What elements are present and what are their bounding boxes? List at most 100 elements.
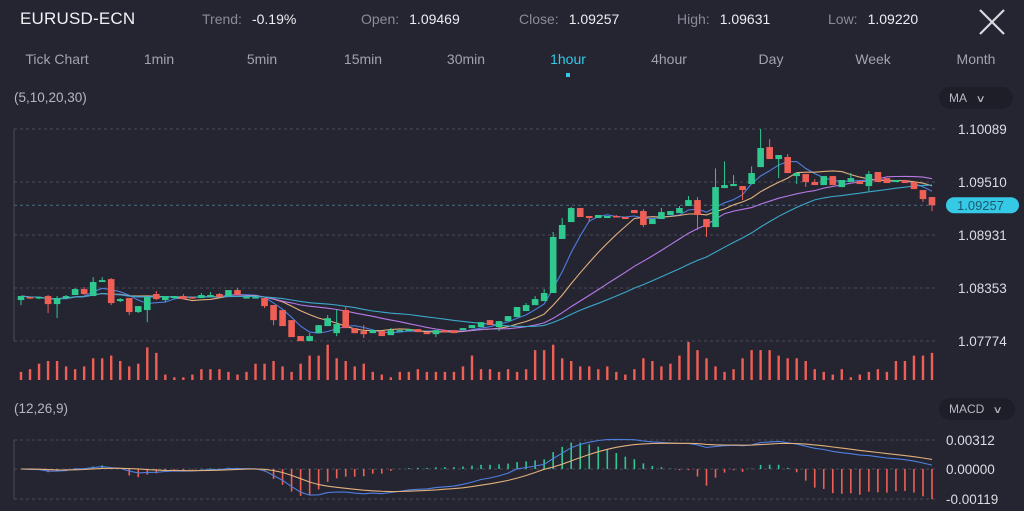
volume-bar	[254, 363, 257, 380]
volume-bar	[353, 366, 356, 380]
stat-label: Low:	[828, 11, 858, 27]
volume-bar	[515, 371, 519, 380]
stat-label: Trend:	[202, 11, 242, 27]
stat-value: 1.09220	[867, 11, 919, 27]
candle-body	[910, 182, 918, 190]
candle-body	[71, 289, 79, 296]
macd-tick-label: 0.00312	[946, 433, 995, 448]
candle-body	[676, 208, 683, 214]
timeframe-tabs: Tick Chart 1min 5min 15min 30min 1hour 4…	[0, 48, 1024, 80]
candle-body	[504, 316, 512, 322]
candle-body	[360, 331, 368, 335]
price-tick-label: 1.09510	[958, 175, 1007, 190]
volume-bar	[344, 361, 347, 380]
volume-bar	[73, 369, 77, 380]
candle-body	[189, 297, 196, 299]
volume-bar	[461, 366, 465, 380]
candle-body	[802, 174, 810, 183]
volume-bar	[777, 355, 780, 380]
volume-bar	[407, 371, 411, 380]
volume-bar	[840, 369, 844, 380]
candle-body	[531, 299, 539, 306]
tab-15min[interactable]: 15min	[344, 51, 382, 67]
candle-body	[234, 290, 241, 296]
volume-bar	[443, 371, 447, 380]
macd-tick-label: -0.00119	[946, 492, 998, 507]
candlesticks	[17, 129, 936, 342]
candle-body	[829, 176, 837, 186]
volume-bar	[570, 361, 573, 380]
candle-body	[567, 208, 575, 223]
volume-bar	[362, 363, 365, 380]
volume-bar	[173, 377, 176, 380]
candle-body	[793, 173, 801, 177]
volume-bar	[660, 366, 663, 380]
candle-body	[351, 328, 359, 334]
macd-selector[interactable]: MACD ∨	[939, 398, 1015, 420]
volume-bar	[326, 344, 329, 380]
volume-bar	[109, 355, 113, 380]
chart-header: EURUSD-ECN Trend: -0.19% Open: 1.09469 Clo…	[0, 0, 1024, 40]
price-tick-label: 1.08931	[958, 228, 1007, 243]
tab-month[interactable]: Month	[957, 51, 996, 67]
tab-1hour[interactable]: 1hour	[550, 51, 586, 67]
volume-bar	[894, 361, 898, 380]
close-x-icon	[979, 9, 1005, 35]
candle-body	[856, 181, 864, 185]
candle-body	[297, 336, 304, 342]
stat-open: Open: 1.09469	[361, 11, 460, 27]
tab-30min[interactable]: 30min	[447, 51, 485, 67]
volume-bar	[759, 350, 762, 380]
volume-bar	[128, 366, 131, 380]
macd-panel: 0.00312 0.00000 -0.00119	[13, 433, 998, 507]
candle-body	[721, 185, 728, 189]
stat-label: Close:	[519, 11, 559, 27]
tab-day[interactable]: Day	[759, 51, 784, 67]
current-price-badge	[946, 197, 1019, 214]
candle-body	[369, 330, 377, 334]
tab-5min[interactable]: 5min	[247, 51, 277, 67]
volume-bar	[678, 355, 681, 380]
candle-body	[198, 295, 205, 299]
volume-bar	[299, 363, 302, 380]
volume-bar	[191, 374, 194, 380]
moving-averages	[20, 161, 933, 334]
candle-body	[820, 176, 828, 186]
volume-bar	[930, 352, 934, 380]
volume-bar	[669, 363, 672, 380]
volume-bar	[533, 350, 537, 380]
candle-body	[432, 330, 440, 335]
candle-body	[730, 184, 737, 187]
candle-body	[811, 182, 819, 186]
tab-week[interactable]: Week	[855, 51, 891, 67]
volume-bar	[831, 374, 834, 380]
stat-label: High:	[677, 11, 710, 27]
tab-1min[interactable]: 1min	[144, 51, 174, 67]
macd-dif-line	[20, 438, 933, 496]
candle-body	[459, 328, 467, 331]
stat-value: 1.09469	[409, 11, 460, 27]
candle-body	[423, 332, 431, 335]
candle-body	[522, 305, 530, 312]
ma-params-label: (5,10,20,30)	[14, 90, 87, 105]
volume-bar	[371, 371, 374, 380]
tab-4hour[interactable]: 4hour	[651, 51, 687, 67]
volume-bar	[506, 369, 510, 380]
tab-tick-chart[interactable]: Tick Chart	[25, 51, 88, 67]
candle-body	[658, 212, 665, 220]
volume-bar	[245, 371, 248, 380]
candle-body	[685, 200, 692, 207]
volume-bar	[434, 371, 438, 380]
candle-body	[901, 180, 909, 184]
ma-selector[interactable]: MA ∨	[939, 87, 1013, 109]
candle-body	[585, 215, 593, 219]
candle-body	[414, 329, 422, 333]
close-button[interactable]	[976, 6, 1008, 38]
candle-body	[486, 320, 494, 326]
candle-body	[928, 197, 936, 206]
candle-body	[116, 299, 124, 302]
candle-body	[225, 290, 232, 297]
macd-dea-line	[20, 442, 933, 493]
candle-body	[107, 279, 115, 304]
volume-bar	[615, 371, 618, 380]
